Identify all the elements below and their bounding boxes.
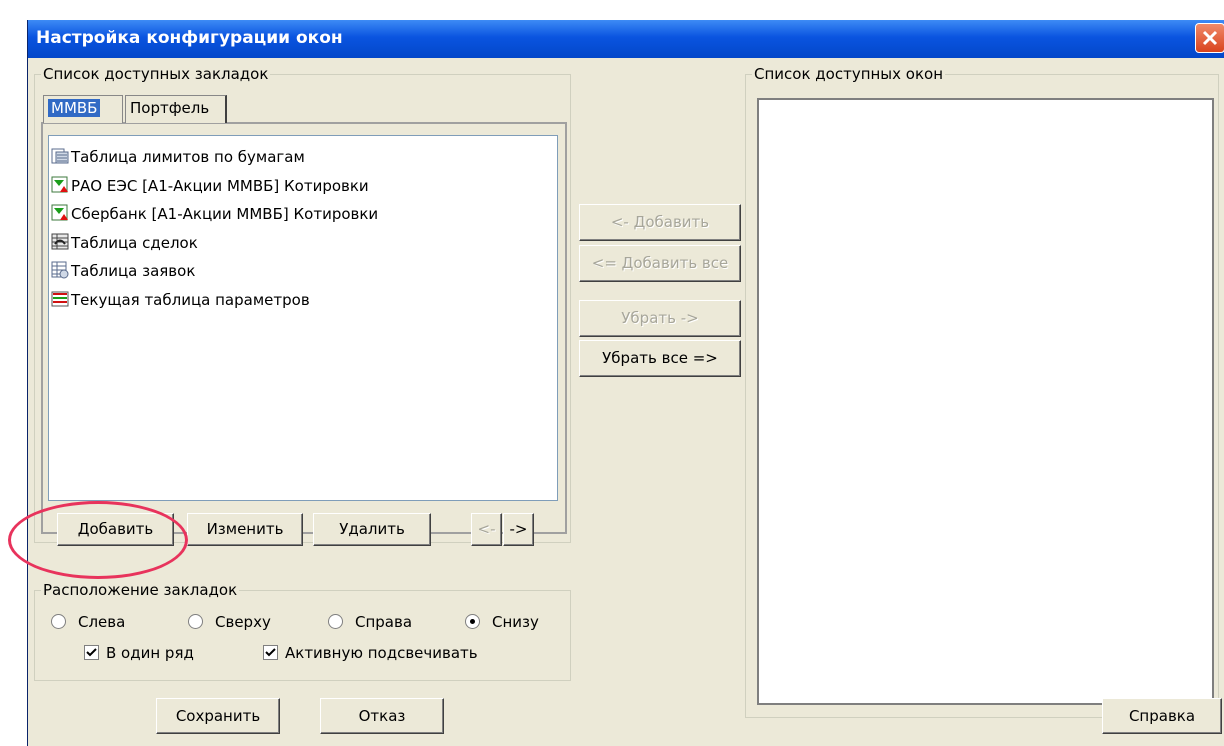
add-all-windows-label: <= Добавить все [591, 254, 729, 272]
add-window-label: <- Добавить [610, 213, 710, 231]
params-table-icon [51, 291, 69, 307]
list-item-label: РАО ЕЭС [А1-Акции ММВБ] Котировки [71, 177, 369, 195]
tab-portfolio[interactable]: Портфель [125, 95, 227, 123]
radio-top-indicator [188, 614, 203, 629]
radio-right-label: Справа [355, 613, 413, 631]
highlight-annotation [8, 501, 188, 579]
windows-group-legend: Список доступных окон [754, 65, 944, 83]
edit-bookmark-button[interactable]: Изменить [187, 513, 303, 546]
move-right-label: -> [509, 520, 528, 538]
move-left-label: <- [477, 520, 496, 538]
title-bar[interactable]: Настройка конфигурации окон [28, 20, 1224, 58]
radio-bottom-label: Снизу [492, 613, 539, 631]
trades-table-icon [51, 233, 69, 250]
highlight-active-label: Активную подсвечивать [285, 644, 478, 662]
list-item-label: Таблица сделок [71, 234, 198, 252]
remove-all-windows-label: Убрать все => [602, 349, 718, 367]
one-row-check-indicator [84, 645, 99, 660]
radio-bottom-indicator [465, 614, 480, 629]
save-button[interactable]: Сохранить [156, 698, 280, 734]
list-item[interactable]: Таблица лимитов по бумагам [51, 144, 305, 170]
radio-left-label: Слева [78, 613, 126, 631]
delete-bookmark-button[interactable]: Удалить [313, 513, 431, 546]
move-left-button[interactable]: <- [471, 513, 502, 546]
checkmark-icon [86, 648, 97, 657]
quotes-icon [51, 204, 68, 221]
available-windows-list[interactable] [757, 98, 1214, 705]
placement-group: Расположение закладок [34, 581, 571, 681]
list-item[interactable]: Текущая таблица параметров [51, 287, 310, 313]
radio-left[interactable]: Слева [51, 613, 125, 631]
help-button[interactable]: Справка [1102, 698, 1222, 734]
remove-all-windows-button[interactable]: Убрать все => [579, 340, 741, 377]
close-button[interactable] [1195, 23, 1224, 53]
close-icon [1202, 30, 1218, 46]
remove-window-label: Убрать -> [621, 309, 699, 327]
list-item[interactable]: Таблица заявок [51, 258, 195, 284]
highlight-active-checkbox[interactable]: Активную подсвечивать [263, 644, 478, 662]
list-item-label: Сбербанк [А1-Акции ММВБ] Котировки [71, 205, 379, 223]
radio-bottom[interactable]: Снизу [465, 613, 539, 631]
save-label: Сохранить [175, 707, 261, 725]
list-item-label: Текущая таблица параметров [71, 291, 310, 309]
list-item[interactable]: РАО ЕЭС [А1-Акции ММВБ] Котировки [51, 173, 369, 199]
radio-left-indicator [51, 614, 66, 629]
tabs-group-legend: Список доступных закладок [43, 65, 269, 83]
tab-mmvb[interactable]: ММВБ [43, 95, 123, 123]
radio-right[interactable]: Справа [328, 613, 412, 631]
radio-top-label: Сверху [215, 613, 271, 631]
orders-table-icon [51, 261, 69, 279]
placement-group-legend: Расположение закладок [43, 581, 238, 599]
cancel-label: Отказ [358, 707, 406, 725]
list-item[interactable]: Таблица сделок [51, 230, 198, 256]
bookmark-items-list[interactable]: Таблица лимитов по бумагам РАО ЕЭС [А1-А… [48, 135, 558, 501]
remove-window-button[interactable]: Убрать -> [579, 300, 741, 337]
cancel-button[interactable]: Отказ [320, 698, 444, 734]
one-row-checkbox[interactable]: В один ряд [84, 644, 194, 662]
highlight-active-check-indicator [263, 645, 278, 660]
radio-top[interactable]: Сверху [188, 613, 271, 631]
help-label: Справка [1128, 707, 1196, 725]
tab-portfolio-label: Портфель [130, 99, 210, 117]
list-item[interactable]: Сбербанк [А1-Акции ММВБ] Котировки [51, 201, 378, 227]
add-window-button[interactable]: <- Добавить [579, 204, 741, 241]
radio-right-indicator [328, 614, 343, 629]
limits-table-icon [51, 148, 69, 164]
tab-mmvb-label: ММВБ [48, 99, 101, 117]
add-all-windows-button[interactable]: <= Добавить все [579, 245, 741, 282]
list-item-label: Таблица заявок [71, 262, 196, 280]
edit-bookmark-label: Изменить [206, 520, 284, 538]
list-item-label: Таблица лимитов по бумагам [71, 148, 305, 166]
quotes-icon [51, 176, 68, 193]
one-row-label: В один ряд [106, 644, 194, 662]
delete-bookmark-label: Удалить [339, 520, 405, 538]
checkmark-icon [265, 648, 276, 657]
window-title: Настройка конфигурации окон [36, 28, 343, 48]
move-right-button[interactable]: -> [503, 513, 534, 546]
config-dialog: Настройка конфигурации окон Список досту… [27, 20, 1224, 746]
